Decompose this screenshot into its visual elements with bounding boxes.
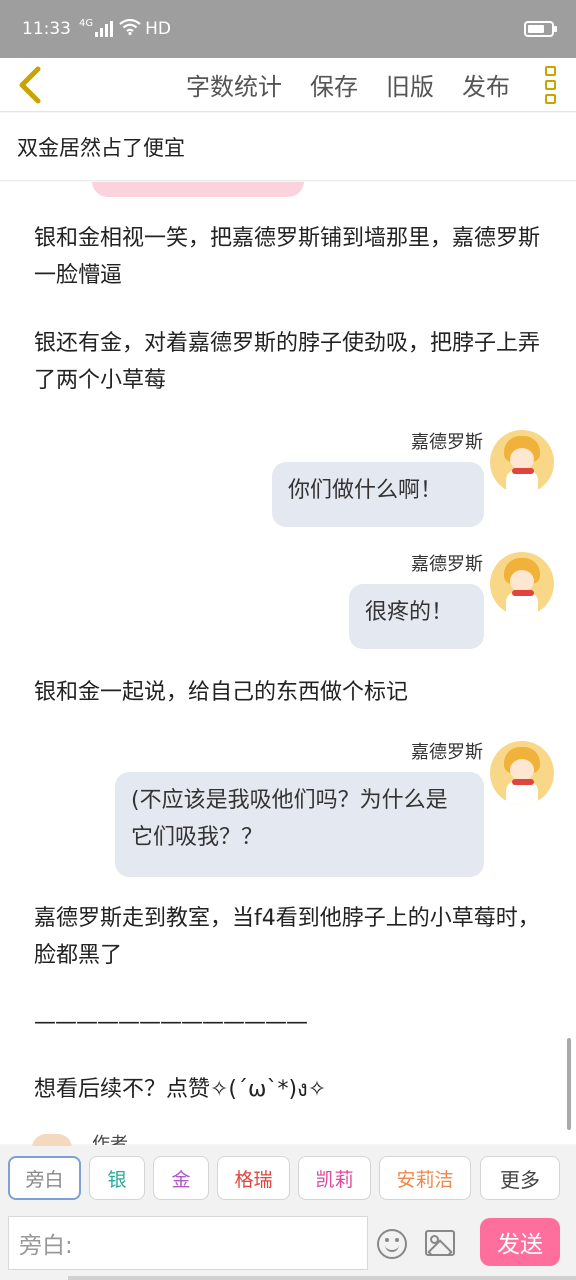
status-bar: 11:33 4G HD xyxy=(0,0,576,58)
save-button[interactable]: 保存 xyxy=(296,67,372,102)
status-time: 11:33 xyxy=(22,19,71,39)
publish-button[interactable]: 发布 xyxy=(448,67,524,102)
network-type: 4G xyxy=(79,18,94,29)
dialogue-bubble: 你们做什么啊！ xyxy=(272,462,484,527)
more-menu-icon[interactable] xyxy=(524,58,576,112)
role-chip-narrator[interactable]: 旁白 xyxy=(8,1156,81,1200)
chevron-left-icon xyxy=(19,66,41,103)
avatar xyxy=(490,741,554,805)
role-chip-grey[interactable]: 格瑞 xyxy=(217,1156,290,1200)
hd-label: HD xyxy=(145,19,171,39)
bottom-strip xyxy=(68,1276,576,1280)
narration-text: 银和金相视一笑，把嘉德罗斯铺到墙那里，嘉德罗斯一脸懵逼 xyxy=(34,226,541,288)
old-version-button[interactable]: 旧版 xyxy=(372,67,448,102)
role-chip-kaili[interactable]: 凯莉 xyxy=(298,1156,371,1200)
more-roles-button[interactable]: 更多 xyxy=(480,1156,560,1200)
role-chip-jin[interactable]: 金 xyxy=(153,1156,209,1200)
dialogue-bubble: (不应该是我吸他们吗？为什么是它们吸我？？ xyxy=(115,772,484,877)
toolbar: 字数统计 保存 旧版 发布 xyxy=(0,58,576,112)
story-content[interactable]: 银和金相视一笑，把嘉德罗斯铺到墙那里，嘉德罗斯一脸懵逼 银还有金，对着嘉德罗斯的… xyxy=(0,182,576,1144)
narration-text: 银和金一起说，给自己的东西做个标记 xyxy=(34,680,409,705)
divider-text: ————————————— xyxy=(34,1010,308,1035)
narration-text: 想看后续不？点赞✧(´ω`*)ง✧ xyxy=(34,1077,327,1102)
speaker-name: 嘉德罗斯 xyxy=(411,554,483,575)
speaker-name: 嘉德罗斯 xyxy=(411,742,483,763)
back-button[interactable] xyxy=(0,58,60,112)
dialogue-bubble: 很疼的！ xyxy=(349,584,484,649)
story-title[interactable]: 双金居然占了便宜 xyxy=(0,113,576,181)
previous-bubble xyxy=(92,182,304,197)
avatar xyxy=(490,552,554,616)
narration-text: 嘉德罗斯走到教室，当f4看到他脖子上的小草莓时，脸都黑了 xyxy=(34,906,540,968)
narration-text: 银还有金，对着嘉德罗斯的脖子使劲吸，把脖子上弄了两个小草莓 xyxy=(34,331,541,393)
avatar xyxy=(490,430,554,494)
send-button[interactable]: 发送 xyxy=(480,1218,560,1266)
role-selector: 旁白 银 金 格瑞 凯莉 安莉洁 更多 xyxy=(0,1146,576,1210)
input-bar: 旁白: 发送 xyxy=(0,1210,576,1280)
emoji-icon[interactable] xyxy=(377,1229,407,1259)
scrollbar[interactable] xyxy=(567,1038,571,1130)
wifi-icon xyxy=(119,18,141,40)
image-icon[interactable] xyxy=(425,1230,455,1256)
battery-icon xyxy=(524,21,557,37)
speaker-name: 嘉德罗斯 xyxy=(411,432,483,453)
message-input[interactable]: 旁白: xyxy=(8,1216,368,1270)
role-chip-anlijie[interactable]: 安莉洁 xyxy=(379,1156,471,1200)
author-label: 作者 xyxy=(92,1134,128,1145)
signal-icon xyxy=(95,21,114,37)
word-count-button[interactable]: 字数统计 xyxy=(172,67,296,102)
role-chip-yin[interactable]: 银 xyxy=(89,1156,145,1200)
